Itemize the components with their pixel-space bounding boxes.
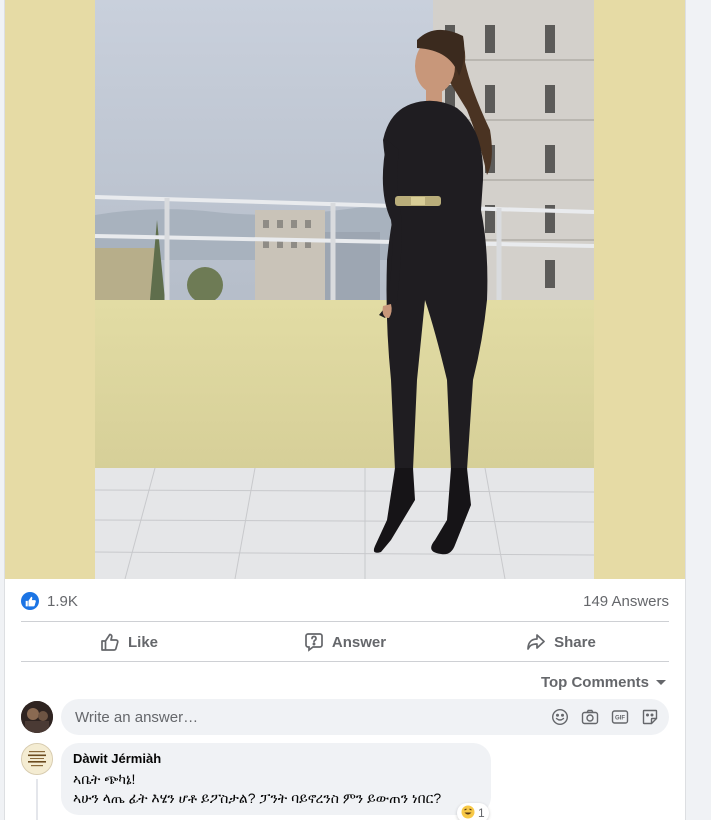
- post-actions: Like Answer Share: [21, 623, 669, 661]
- post-photo-frame: [5, 0, 685, 579]
- answer-input-box[interactable]: GIF: [61, 699, 669, 735]
- gif-icon[interactable]: GIF: [611, 708, 629, 726]
- answer-label: Answer: [331, 633, 387, 651]
- camera-icon[interactable]: [581, 708, 599, 726]
- comment-reaction-count: 1: [478, 806, 485, 820]
- sort-label: Top Comments: [540, 673, 649, 691]
- rooftop-photo: [95, 0, 594, 579]
- reactions-count-group[interactable]: 1.9K: [21, 592, 78, 610]
- comment-text-line-2: ኣሁን ላጤ ፊት እሄን ሆቶ ይፖስታል? ፓንት ባይኖረንስ ምን ይው…: [73, 790, 442, 806]
- like-button[interactable]: Like: [21, 623, 237, 661]
- share-arrow-icon: [526, 632, 546, 652]
- thumbs-up-icon: [100, 632, 120, 652]
- comment-reactions[interactable]: 1: [457, 803, 489, 820]
- post-card: 1.9K 149 Answers Like Answer Share Top C…: [4, 0, 686, 820]
- like-reaction-icon: [21, 592, 39, 610]
- answer-input[interactable]: [73, 707, 551, 727]
- share-button[interactable]: Share: [453, 623, 669, 661]
- caret-down-icon: [655, 674, 667, 691]
- comment-bubble: Dàwit Jérmiàh ኣቤት ጭካኔ! ኣሁን ላጤ ፊት እሄን ሆቶ …: [61, 743, 491, 815]
- sticker-icon[interactable]: [641, 708, 659, 726]
- divider: [21, 621, 669, 622]
- answer-button[interactable]: Answer: [237, 623, 453, 661]
- answer-composer: GIF: [21, 699, 669, 735]
- divider: [21, 661, 669, 662]
- comment-sort-dropdown[interactable]: Top Comments: [541, 672, 667, 692]
- comment-text-line-1: ኣቤት ጭካኔ!: [73, 771, 136, 787]
- reactions-count: 1.9K: [47, 592, 78, 610]
- post-photo[interactable]: [95, 0, 594, 579]
- emoji-icon[interactable]: [551, 708, 569, 726]
- composer-tools: GIF: [551, 708, 659, 726]
- like-label: Like: [127, 633, 158, 651]
- question-bubble-icon: [304, 632, 324, 652]
- avatar[interactable]: [21, 701, 53, 733]
- share-label: Share: [554, 633, 596, 651]
- svg-text:GIF: GIF: [615, 716, 625, 722]
- laugh-reaction-icon: [461, 805, 475, 820]
- answers-count[interactable]: 149 Answers: [583, 593, 669, 610]
- comment-author-avatar[interactable]: [21, 743, 53, 775]
- comment-author[interactable]: Dàwit Jérmiàh: [73, 751, 479, 766]
- thread-line: [36, 779, 38, 820]
- reactions-summary: 1.9K 149 Answers: [21, 588, 669, 614]
